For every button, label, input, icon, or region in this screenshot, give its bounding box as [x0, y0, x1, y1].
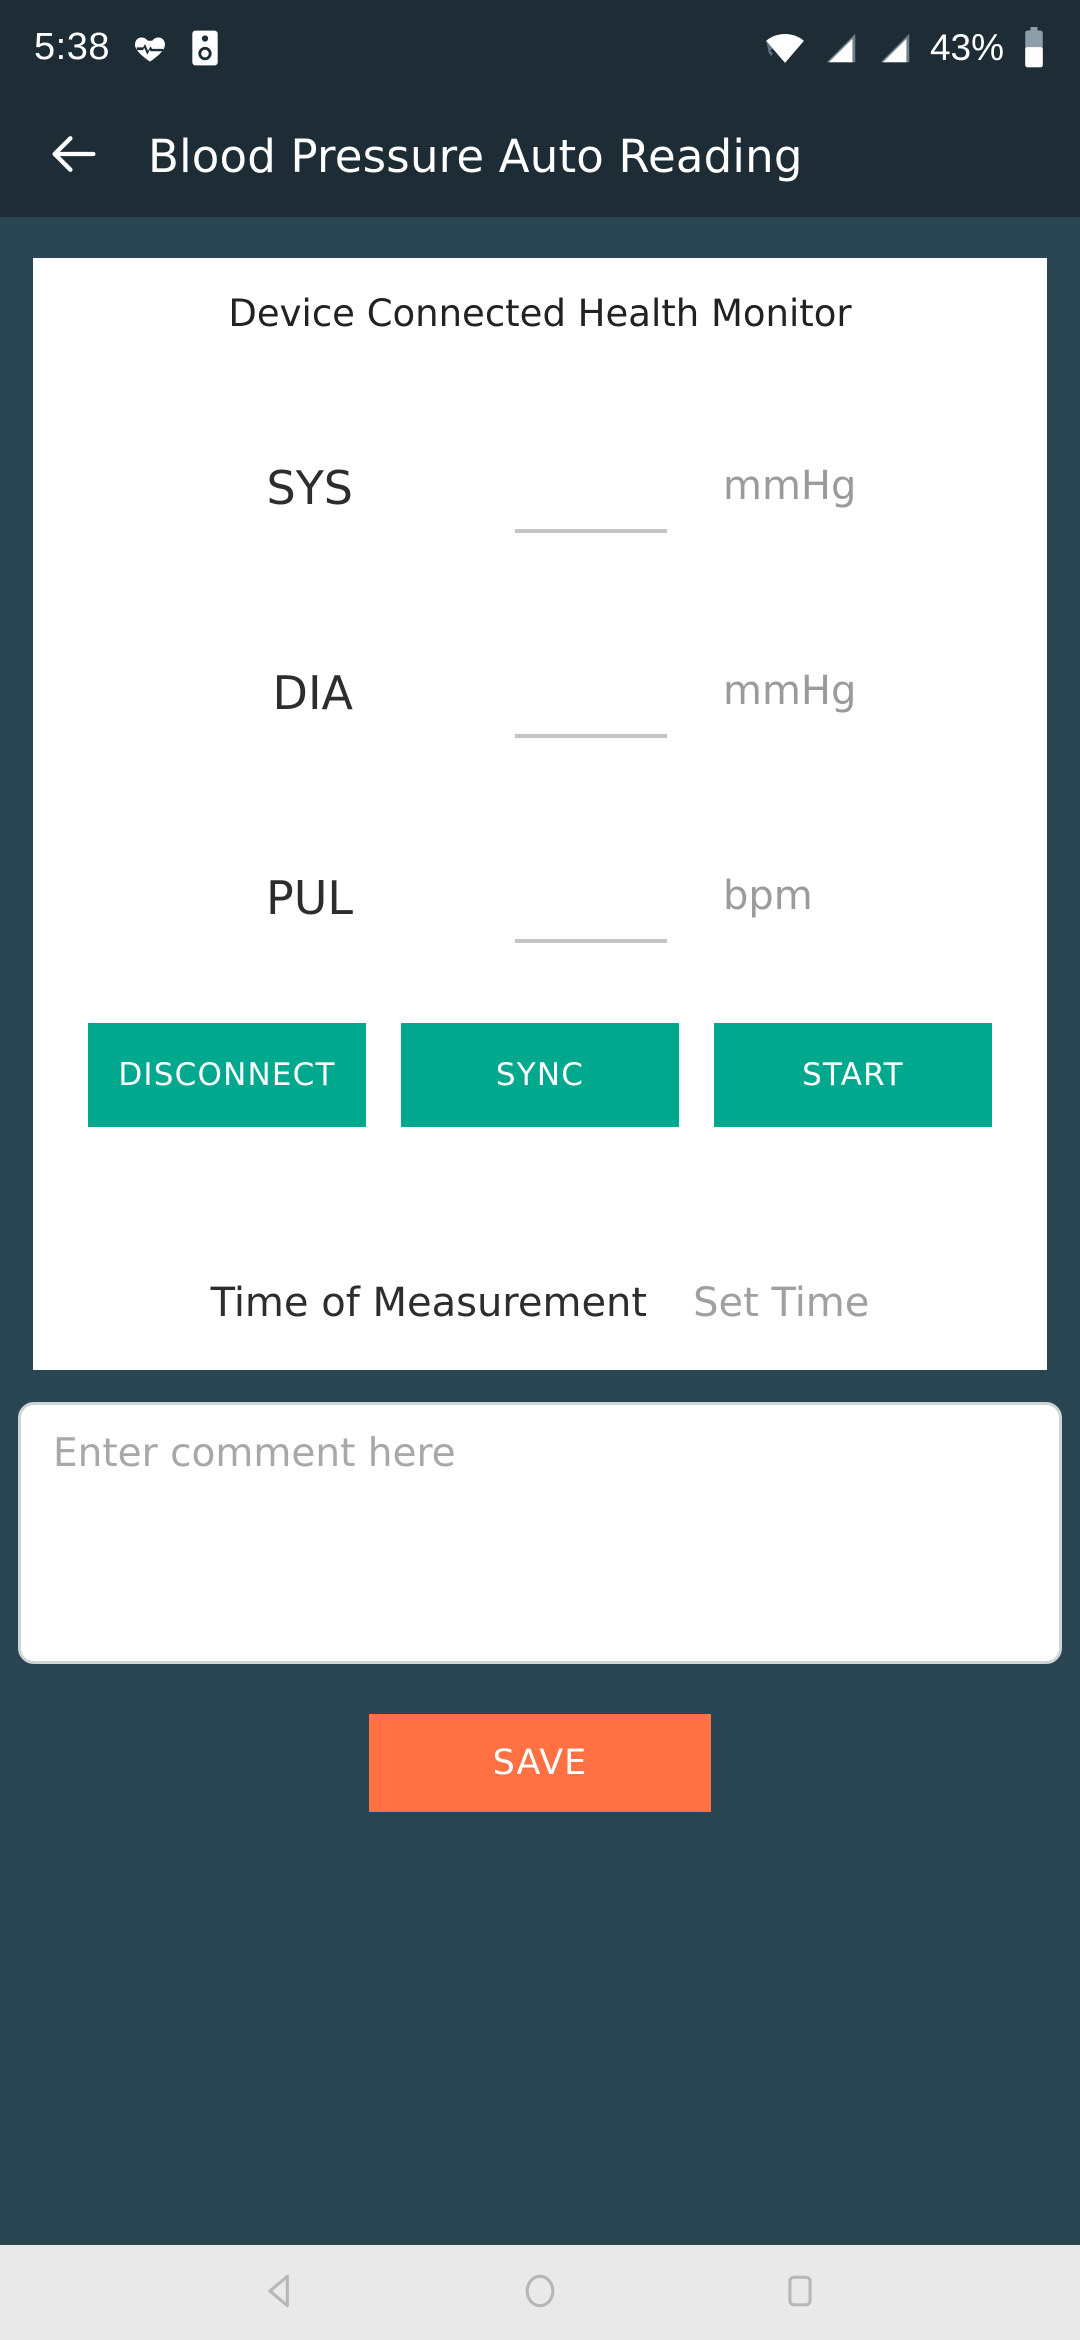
comment-input[interactable] [18, 1402, 1062, 1664]
measurement-label-dia: DIA [272, 666, 353, 720]
battery-percent-label: 43% [929, 26, 1004, 68]
time-of-measurement-row: Time of Measurement Set Time [33, 1280, 1047, 1326]
measurement-label-pul: PUL [265, 871, 353, 925]
device-action-buttons: DISCONNECT SYNC START [33, 1023, 1047, 1127]
back-arrow-icon [45, 125, 103, 187]
nav-home-icon [518, 2269, 562, 2317]
start-button[interactable]: START [714, 1023, 992, 1127]
nav-back-icon [258, 2269, 302, 2317]
nav-recents-button[interactable] [754, 2247, 846, 2339]
back-button[interactable] [22, 104, 126, 208]
measurement-unit-dia: mmHg [723, 668, 857, 714]
set-time-button[interactable]: Set Time [693, 1280, 869, 1326]
disconnect-button[interactable]: DISCONNECT [88, 1023, 366, 1127]
battery-icon [1022, 26, 1046, 69]
app-bar: Blood Pressure Auto Reading [0, 95, 1080, 217]
save-button[interactable]: SAVE [369, 1714, 711, 1812]
measurement-unit-pul: bpm [723, 873, 813, 919]
status-bar-right: 43% [764, 26, 1046, 69]
health-monitor-card: Device Connected Health Monitor SYS mmHg… [33, 258, 1047, 1370]
measurement-row-dia: DIA mmHg [33, 648, 1047, 758]
card-header-label: Device Connected Health Monitor [228, 292, 852, 335]
status-bar-left: 5:38 [34, 26, 220, 69]
status-clock: 5:38 [34, 26, 110, 68]
nav-back-button[interactable] [234, 2247, 326, 2339]
nav-home-button[interactable] [494, 2247, 586, 2339]
signal-bars-icon-1 [822, 29, 860, 67]
measurement-label-sys: SYS [266, 461, 354, 515]
pul-input[interactable] [515, 867, 667, 943]
time-of-measurement-label: Time of Measurement [210, 1280, 648, 1326]
measurement-row-sys: SYS mmHg [33, 443, 1047, 553]
measurement-row-pul: PUL bpm [33, 853, 1047, 963]
page-title: Blood Pressure Auto Reading [148, 129, 803, 183]
sync-button[interactable]: SYNC [401, 1023, 679, 1127]
status-bar: 5:38 43% [0, 0, 1080, 95]
wifi-icon [764, 27, 806, 69]
measurement-unit-sys: mmHg [723, 463, 857, 509]
sys-input[interactable] [515, 457, 667, 533]
dia-input[interactable] [515, 662, 667, 738]
speaker-device-icon [190, 29, 220, 67]
heart-pulse-icon [132, 30, 168, 66]
android-nav-bar [0, 2245, 1080, 2340]
signal-bars-icon-2 [876, 29, 914, 67]
nav-recents-icon [778, 2269, 822, 2317]
